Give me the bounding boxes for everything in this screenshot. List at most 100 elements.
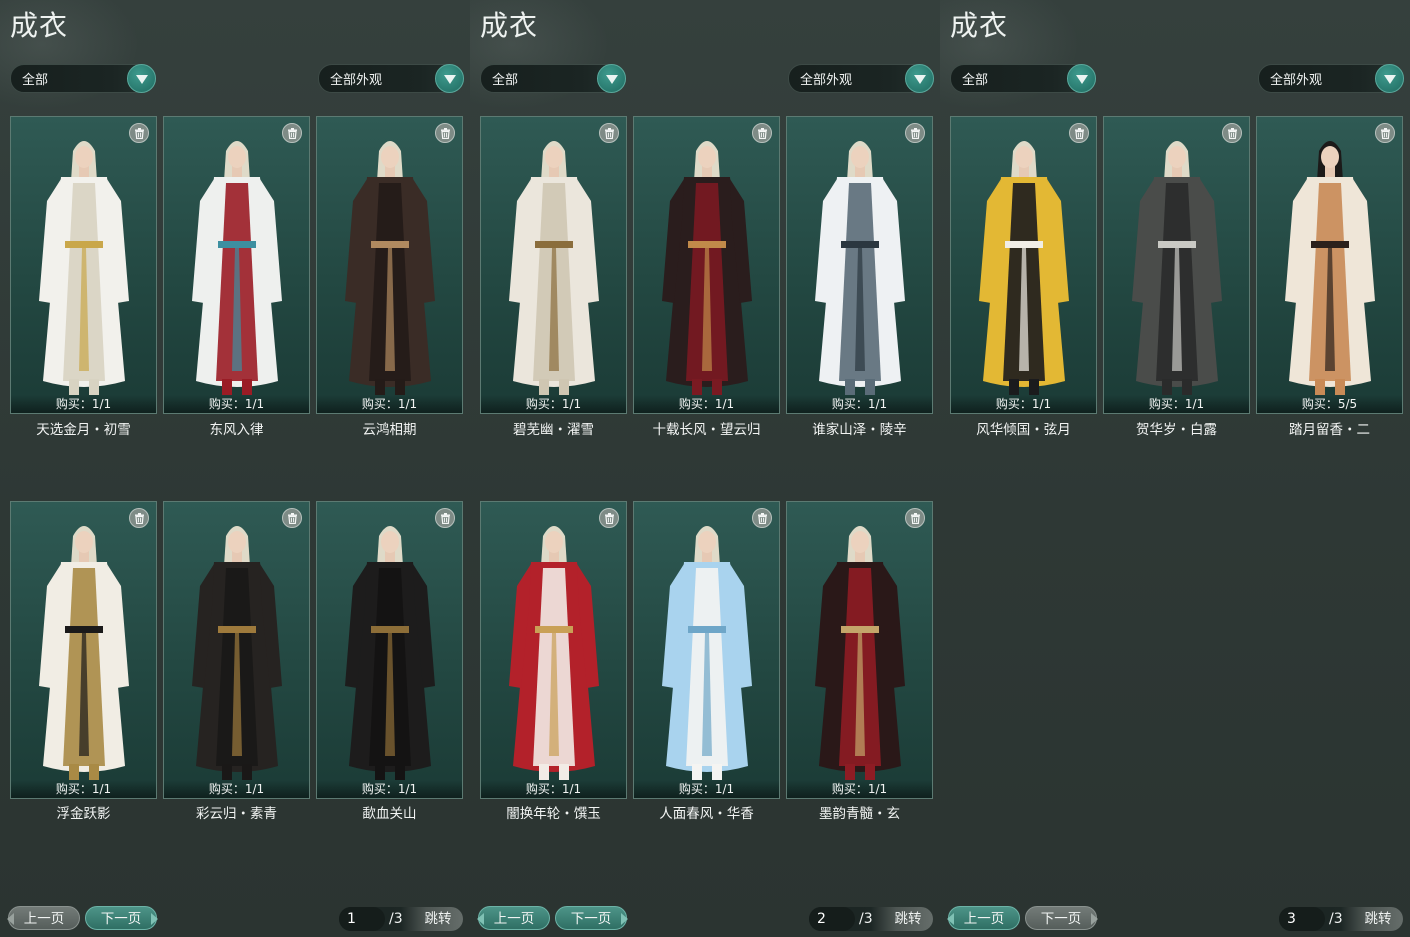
character-model-image	[965, 131, 1083, 403]
character-model-image	[801, 131, 919, 403]
outfit-card[interactable]: 购买：1/1	[480, 501, 627, 799]
outfit-card[interactable]: 购买：1/1	[163, 501, 310, 799]
trash-icon[interactable]	[435, 123, 455, 143]
purchase-count: 购买：1/1	[164, 780, 309, 798]
jump-button[interactable]: 跳转	[413, 907, 463, 931]
trash-icon[interactable]	[435, 508, 455, 528]
jump-button[interactable]: 跳转	[1353, 907, 1403, 931]
purchase-count: 购买：1/1	[787, 780, 932, 798]
outfit-name: 碧芜幽・濯雪	[513, 422, 594, 438]
trash-icon[interactable]	[752, 123, 772, 143]
trash-icon[interactable]	[905, 508, 925, 528]
category-filter-label: 全部	[492, 73, 519, 88]
outfit-card[interactable]: 购买：1/1	[316, 501, 463, 799]
outfit-card[interactable]: 购买：5/5	[1256, 116, 1403, 414]
outfit-panel-2: 成衣 全部 全部外观 购买：1/1 碧芜幽・濯雪 购买：1/1 十载长风・望云归…	[470, 0, 940, 937]
prev-page-button[interactable]: 上一页	[7, 906, 80, 930]
appearance-filter-label: 全部外观	[1270, 73, 1323, 88]
page-total: /3	[389, 911, 403, 927]
page-jump-box: 2 /3 跳转	[809, 907, 933, 931]
appearance-filter-dropdown[interactable]: 全部外观	[1258, 64, 1404, 93]
purchase-count: 购买：1/1	[481, 395, 626, 413]
prev-page-button[interactable]: 上一页	[947, 906, 1020, 930]
trash-icon[interactable]	[905, 123, 925, 143]
outfit-name: 彩云归・素青	[196, 806, 277, 822]
character-model-image	[495, 516, 613, 788]
outfit-card[interactable]: 购买：1/1	[786, 501, 933, 799]
purchase-count: 购买：1/1	[951, 395, 1096, 413]
character-model-image	[331, 516, 449, 788]
outfit-name: 贺华岁・白露	[1136, 422, 1217, 438]
purchase-count: 购买：1/1	[11, 395, 156, 413]
outfit-card[interactable]: 购买：1/1	[10, 116, 157, 414]
character-model-image	[25, 516, 143, 788]
chevron-down-icon[interactable]	[1375, 64, 1404, 93]
purchase-count: 购买：5/5	[1257, 395, 1402, 413]
category-filter-dropdown[interactable]: 全部	[950, 64, 1096, 93]
outfit-card[interactable]: 购买：1/1	[10, 501, 157, 799]
page-number-input[interactable]: 3	[1279, 907, 1325, 931]
trash-icon[interactable]	[599, 123, 619, 143]
next-page-button[interactable]: 下一页	[1025, 906, 1098, 930]
outfit-name: 人面春风・华香	[659, 806, 754, 822]
trash-icon[interactable]	[1069, 123, 1089, 143]
purchase-count: 购买：1/1	[317, 780, 462, 798]
prev-page-button[interactable]: 上一页	[477, 906, 550, 930]
chevron-down-icon[interactable]	[127, 64, 156, 93]
appearance-filter-dropdown[interactable]: 全部外观	[788, 64, 934, 93]
trash-icon[interactable]	[1375, 123, 1395, 143]
character-model-image	[178, 516, 296, 788]
outfit-card[interactable]: 购买：1/1	[316, 116, 463, 414]
outfit-panel-1: 成衣 全部 全部外观 购买：1/1 天选金月・初雪 购买：1/1 东风入律 购买…	[0, 0, 470, 937]
trash-icon[interactable]	[752, 508, 772, 528]
outfit-name: 云鸿相期	[362, 422, 417, 438]
category-filter-dropdown[interactable]: 全部	[10, 64, 156, 93]
appearance-filter-dropdown[interactable]: 全部外观	[318, 64, 464, 93]
outfit-card[interactable]: 购买：1/1	[633, 116, 780, 414]
character-model-image	[331, 131, 449, 403]
outfit-name: 闇换年轮・馔玉	[506, 806, 601, 822]
outfit-name: 风华倾国・弦月	[976, 422, 1071, 438]
character-model-image	[178, 131, 296, 403]
trash-icon[interactable]	[599, 508, 619, 528]
outfit-card[interactable]: 购买：1/1	[163, 116, 310, 414]
page-number-input[interactable]: 1	[339, 907, 385, 931]
trash-icon[interactable]	[1222, 123, 1242, 143]
chevron-down-icon[interactable]	[597, 64, 626, 93]
panel-title: 成衣	[10, 9, 69, 42]
purchase-count: 购买：1/1	[1104, 395, 1249, 413]
jump-button[interactable]: 跳转	[883, 907, 933, 931]
purchase-count: 购买：1/1	[317, 395, 462, 413]
character-model-image	[495, 131, 613, 403]
outfit-name: 谁家山泽・陵辛	[812, 422, 907, 438]
outfit-card[interactable]: 购买：1/1	[950, 116, 1097, 414]
character-model-image	[25, 131, 143, 403]
outfit-panel-3: 成衣 全部 全部外观 购买：1/1 风华倾国・弦月 购买：1/1 贺华岁・白露 …	[940, 0, 1410, 937]
purchase-count: 购买：1/1	[11, 780, 156, 798]
character-model-image	[1118, 131, 1236, 403]
appearance-filter-label: 全部外观	[800, 73, 853, 88]
purchase-count: 购买：1/1	[787, 395, 932, 413]
trash-icon[interactable]	[129, 123, 149, 143]
outfit-name: 浮金跃影	[56, 806, 111, 822]
outfit-card[interactable]: 购买：1/1	[1103, 116, 1250, 414]
outfit-card[interactable]: 购买：1/1	[480, 116, 627, 414]
category-filter-dropdown[interactable]: 全部	[480, 64, 626, 93]
purchase-count: 购买：1/1	[164, 395, 309, 413]
outfit-name: 歃血关山	[362, 806, 417, 822]
next-page-button[interactable]: 下一页	[555, 906, 628, 930]
page-total: /3	[859, 911, 873, 927]
trash-icon[interactable]	[129, 508, 149, 528]
panel-title: 成衣	[480, 9, 539, 42]
outfit-name: 墨韵青髓・玄	[819, 806, 900, 822]
trash-icon[interactable]	[282, 123, 302, 143]
next-page-button[interactable]: 下一页	[85, 906, 158, 930]
outfit-card[interactable]: 购买：1/1	[786, 116, 933, 414]
outfit-card[interactable]: 购买：1/1	[633, 501, 780, 799]
chevron-down-icon[interactable]	[1067, 64, 1096, 93]
page-number-input[interactable]: 2	[809, 907, 855, 931]
chevron-down-icon[interactable]	[905, 64, 934, 93]
trash-icon[interactable]	[282, 508, 302, 528]
chevron-down-icon[interactable]	[435, 64, 464, 93]
category-filter-label: 全部	[22, 73, 49, 88]
